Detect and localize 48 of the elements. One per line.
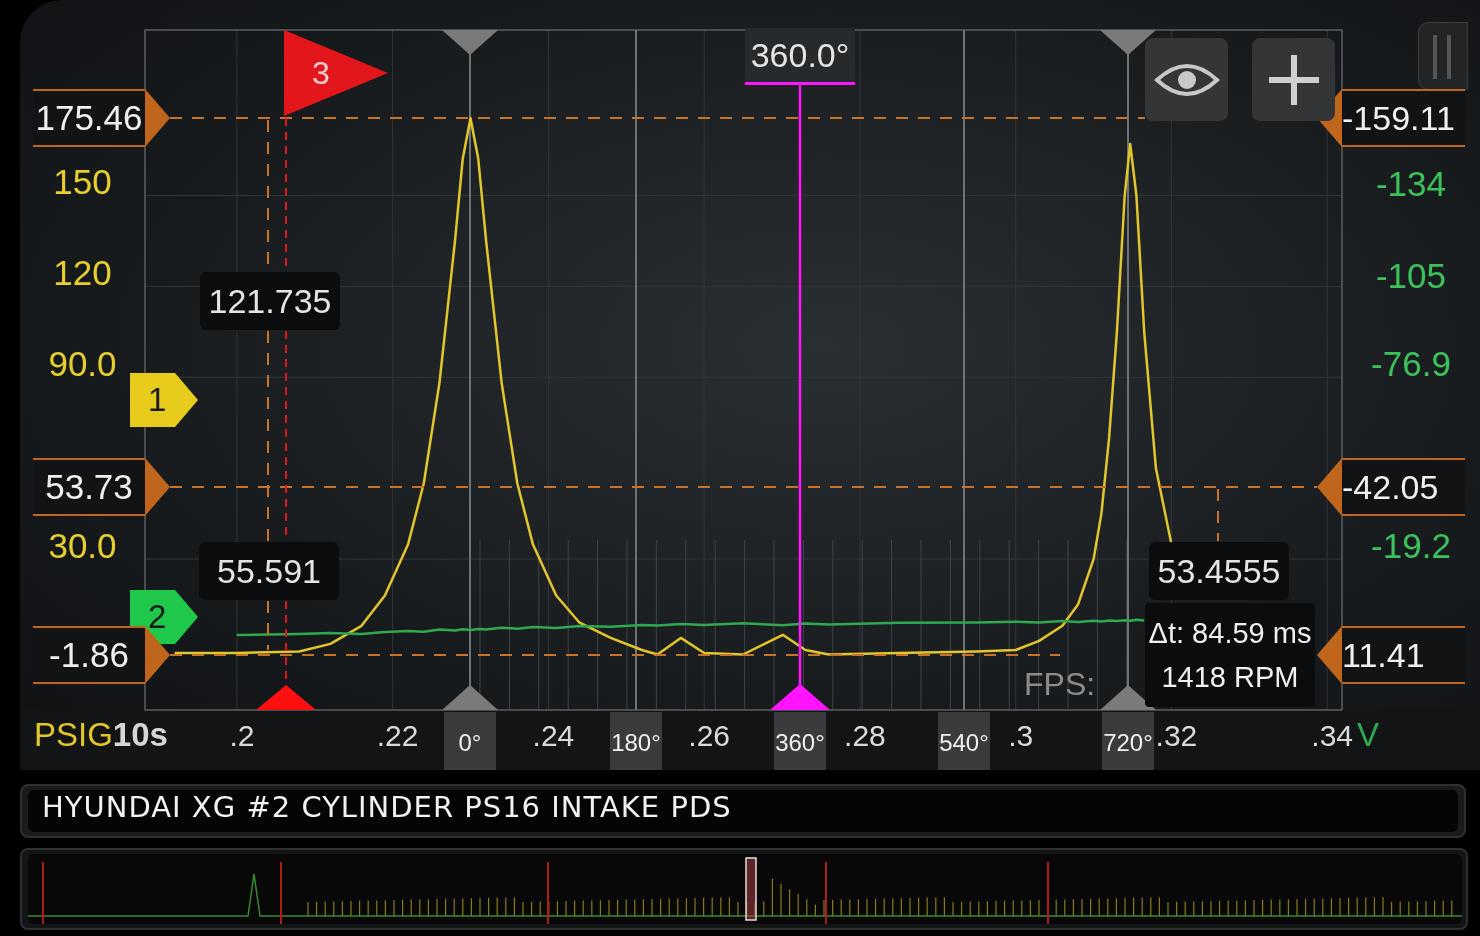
- drag-handle[interactable]: [1418, 22, 1468, 90]
- axis-tick-label: .32: [1155, 718, 1198, 754]
- degree-label: 0°: [444, 712, 496, 770]
- axis-tick-label: .22: [376, 718, 419, 754]
- cursor-line[interactable]: [169, 486, 1318, 488]
- axis-tick-label: 120: [52, 252, 113, 295]
- axis-tick-label: .26: [688, 718, 730, 754]
- degree-label: 360°: [774, 712, 826, 770]
- cursor-value-label[interactable]: 53.73: [33, 458, 170, 516]
- axis-tick-label: -105: [1374, 254, 1448, 297]
- axis-tick-label: -134: [1374, 163, 1448, 206]
- axis-unit-label: PSIG: [34, 715, 113, 755]
- value-readout: 121.735: [200, 272, 340, 330]
- value-readout: 55.591: [199, 542, 339, 600]
- cursor-line: [267, 600, 269, 651]
- timebase-label[interactable]: 10s: [112, 714, 168, 756]
- rpm-text: 1418 RPM: [1161, 660, 1299, 695]
- add-button[interactable]: [1252, 38, 1335, 121]
- axis-tick-label: 150: [52, 161, 113, 204]
- fps-label: FPS:: [1024, 665, 1096, 704]
- overview-waveform[interactable]: [28, 854, 1462, 924]
- degree-label: 720°: [1102, 712, 1154, 770]
- crank-angle-label: 360.0°: [745, 28, 855, 85]
- cursor-value-label[interactable]: 11.41: [1317, 626, 1465, 684]
- axis-tick-label: .3: [1008, 718, 1034, 754]
- recording-title: HYUNDAI XG #2 CYLINDER PS16 INTAKE PDS: [28, 790, 1458, 832]
- value-readout: 53.4555: [1149, 542, 1289, 600]
- axis-tick-label: -19.2: [1370, 525, 1452, 567]
- degree-label: 180°: [610, 712, 662, 770]
- cursor-line[interactable]: [169, 117, 1146, 119]
- visibility-button[interactable]: [1145, 38, 1228, 121]
- axis-tick-label: -76.9: [1370, 343, 1452, 386]
- axis-tick-label: 90.0: [47, 343, 118, 386]
- cursor-value-label[interactable]: -42.05: [1317, 458, 1465, 516]
- axis-unit-label: V: [1357, 715, 1379, 755]
- delta-time-text: Δt: 84.59 ms: [1148, 616, 1312, 651]
- axis-tick-label: .24: [532, 718, 575, 754]
- axis-tick-label: .28: [844, 718, 886, 754]
- axis-tick-label: .2: [229, 718, 255, 754]
- axis-tick-label: 30.0: [47, 525, 118, 568]
- degree-marker[interactable]: [1100, 30, 1156, 55]
- plus-icon: [1268, 54, 1319, 105]
- cursor-line[interactable]: [169, 654, 1061, 656]
- axis-tick-label: .34: [1311, 718, 1354, 754]
- channel-marker[interactable]: 1: [130, 373, 198, 427]
- cursor-value-label[interactable]: 175.46: [33, 89, 170, 147]
- degree-marker[interactable]: [442, 30, 498, 55]
- degree-label: 540°: [938, 712, 990, 770]
